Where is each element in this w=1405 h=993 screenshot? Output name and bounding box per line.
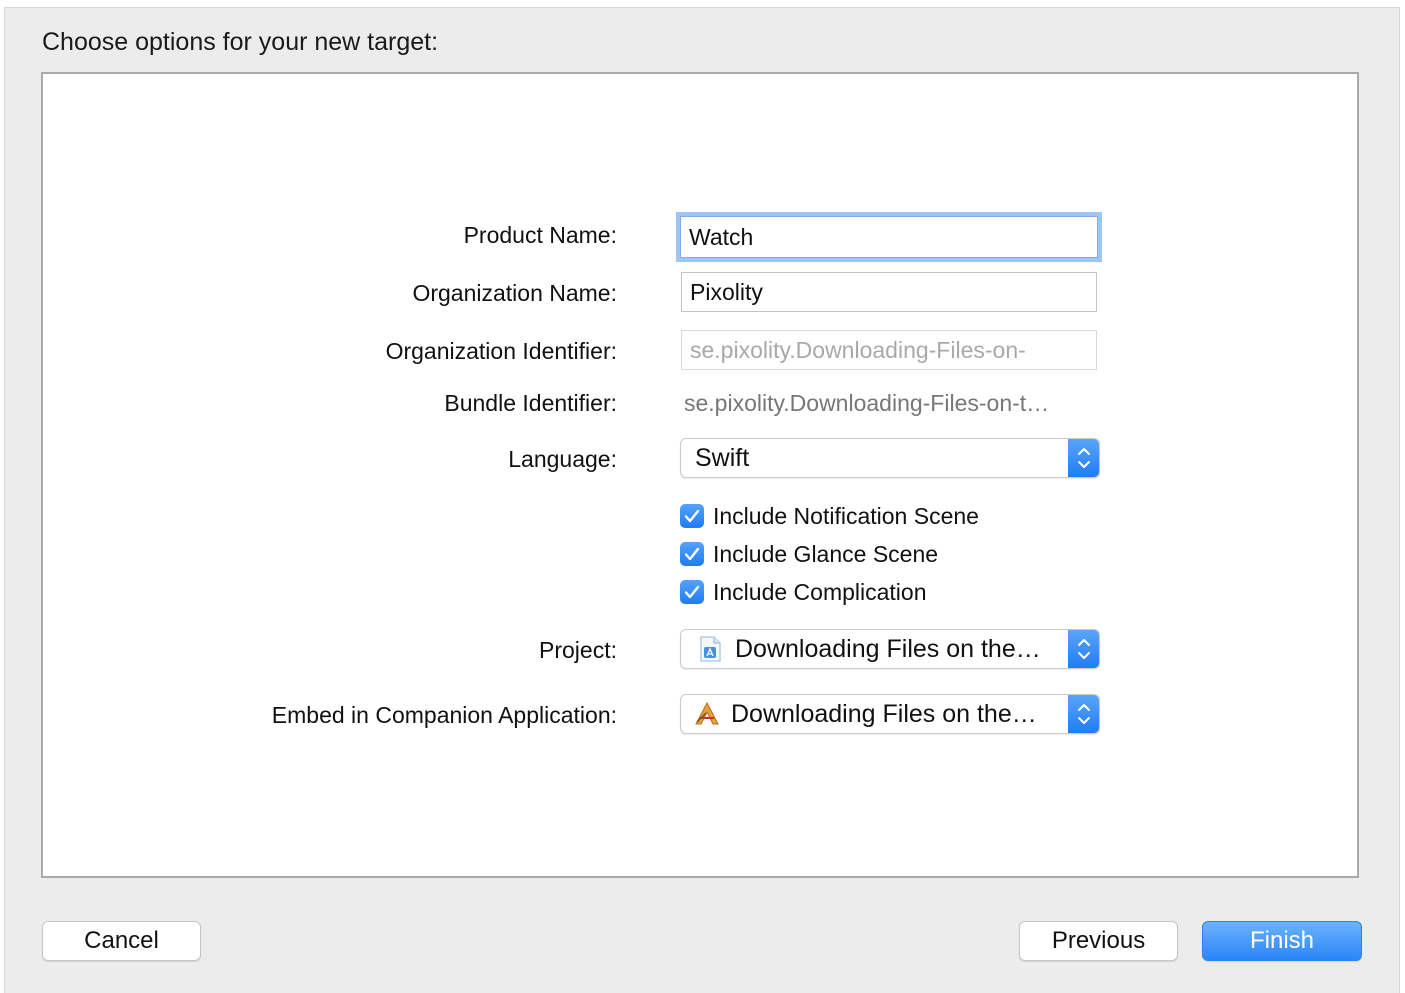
- project-popup[interactable]: Downloading Files on the…: [680, 629, 1100, 669]
- project-stepper[interactable]: [1068, 630, 1099, 668]
- app-target-icon: [695, 701, 719, 725]
- chevron-up-down-icon: [1078, 448, 1090, 468]
- project-label: Project:: [539, 637, 617, 663]
- checkbox-label: Include Glance Scene: [713, 541, 939, 567]
- companion-app-value: Downloading Files on the…: [731, 700, 1037, 728]
- bundle-identifier-value: se.pixolity.Downloading-Files-on-t…: [684, 390, 1050, 416]
- product-name-label: Product Name:: [463, 222, 617, 248]
- bundle-identifier-label: Bundle Identifier:: [444, 390, 617, 416]
- checkbox-checked-icon[interactable]: [680, 504, 704, 528]
- checkbox-label: Include Notification Scene: [713, 503, 979, 529]
- finish-button[interactable]: Finish: [1202, 921, 1362, 961]
- chevron-up-down-icon: [1078, 639, 1090, 659]
- product-name-field[interactable]: Watch: [676, 212, 1102, 262]
- companion-app-popup[interactable]: Downloading Files on the…: [680, 694, 1100, 734]
- organization-name-field[interactable]: Pixolity: [681, 272, 1097, 312]
- chevron-up-down-icon: [1078, 704, 1090, 724]
- dialog-heading: Choose options for your new target:: [42, 28, 439, 56]
- checkmark-icon: [684, 585, 700, 599]
- options-panel: Product Name: Watch Organization Name: P…: [41, 72, 1359, 878]
- xcode-project-file-icon: [700, 636, 721, 662]
- language-popup[interactable]: Swift: [680, 438, 1100, 478]
- organization-name-label: Organization Name:: [412, 280, 617, 306]
- checkbox-label: Include Complication: [713, 579, 927, 605]
- checkmark-icon: [684, 509, 700, 523]
- checkbox-checked-icon[interactable]: [680, 580, 704, 604]
- cancel-button[interactable]: Cancel: [42, 921, 201, 961]
- previous-button[interactable]: Previous: [1019, 921, 1178, 961]
- language-stepper[interactable]: [1068, 439, 1099, 477]
- organization-identifier-label: Organization Identifier:: [385, 338, 617, 364]
- checkmark-icon: [684, 547, 700, 561]
- companion-app-label: Embed in Companion Application:: [271, 702, 617, 728]
- organization-identifier-field[interactable]: se.pixolity.Downloading-Files-on-: [681, 330, 1097, 370]
- language-label: Language:: [508, 446, 617, 472]
- new-target-dialog: Choose options for your new target: Prod…: [5, 8, 1399, 993]
- project-value: Downloading Files on the…: [735, 635, 1041, 663]
- language-value: Swift: [695, 444, 750, 472]
- companion-app-stepper[interactable]: [1068, 695, 1099, 733]
- checkbox-checked-icon[interactable]: [680, 542, 704, 566]
